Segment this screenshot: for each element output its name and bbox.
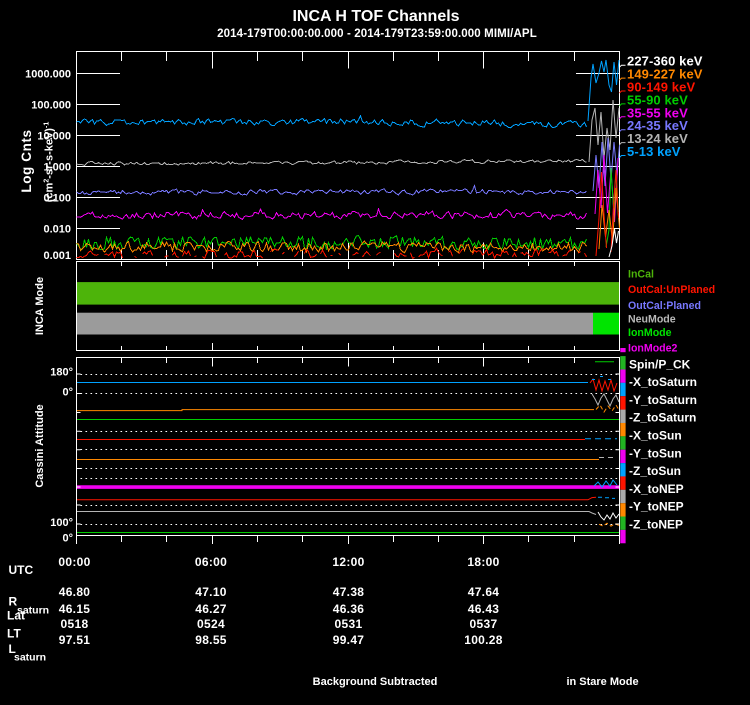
svg-text:0524: 0524: [197, 617, 225, 631]
svg-text:(cm2-sr-s-keV)-1: (cm2-sr-s-keV)-1: [44, 122, 56, 203]
svg-text:46.43: 46.43: [468, 602, 500, 616]
svg-text:100°: 100°: [50, 517, 73, 529]
svg-text:-Z_toSaturn: -Z_toSaturn: [629, 411, 696, 425]
svg-text:46.27: 46.27: [195, 602, 227, 616]
svg-text:0°: 0°: [62, 386, 73, 398]
svg-text:2014-179T00:00:00.000 - 2014-1: 2014-179T00:00:00.000 - 2014-179T23:59:0…: [217, 28, 537, 40]
svg-text:98.55: 98.55: [195, 633, 227, 647]
svg-text:-Y_toSun: -Y_toSun: [629, 446, 682, 460]
svg-text:saturn: saturn: [14, 652, 46, 664]
svg-text:Log Cnts: Log Cnts: [19, 129, 34, 192]
svg-text:100.000: 100.000: [31, 100, 71, 112]
svg-text:47.38: 47.38: [333, 585, 365, 599]
svg-text:-Y_toSaturn: -Y_toSaturn: [629, 393, 697, 407]
svg-text:-X_toSaturn: -X_toSaturn: [629, 375, 697, 389]
svg-text:-X_toNEP: -X_toNEP: [629, 482, 684, 496]
svg-text:47.10: 47.10: [195, 585, 227, 599]
svg-text:Lat: Lat: [7, 609, 25, 623]
svg-text:0°: 0°: [62, 533, 73, 545]
svg-text:06:00: 06:00: [195, 555, 227, 569]
svg-text:InCal: InCal: [628, 269, 654, 281]
svg-text:in Stare Mode: in Stare Mode: [566, 676, 638, 688]
svg-text:180°: 180°: [50, 367, 73, 379]
svg-text:INCA H TOF Channels: INCA H TOF Channels: [292, 8, 459, 25]
svg-text:Background Subtracted: Background Subtracted: [313, 676, 438, 688]
svg-text:OutCal:UnPlaned: OutCal:UnPlaned: [628, 284, 715, 296]
svg-text:97.51: 97.51: [59, 633, 91, 647]
svg-text:46.15: 46.15: [59, 602, 91, 616]
svg-text:100.28: 100.28: [464, 633, 503, 647]
svg-text:-X_toSun: -X_toSun: [629, 429, 682, 443]
svg-text:5-13 keV: 5-13 keV: [627, 144, 681, 159]
svg-text:Cassini Attitude: Cassini Attitude: [34, 404, 46, 487]
svg-text:Spin/P_CK: Spin/P_CK: [629, 357, 691, 371]
svg-text:NeuMode: NeuMode: [628, 314, 676, 326]
svg-text:46.80: 46.80: [59, 585, 91, 599]
svg-text:00:00: 00:00: [58, 555, 90, 569]
svg-text:46.36: 46.36: [333, 602, 365, 616]
svg-text:OutCal:Planed: OutCal:Planed: [628, 300, 701, 312]
svg-text:0.001: 0.001: [43, 250, 71, 262]
svg-text:IonMode2: IonMode2: [628, 342, 678, 354]
svg-text:99.47: 99.47: [333, 633, 365, 647]
svg-text:0518: 0518: [61, 617, 89, 631]
svg-text:-Y_toNEP: -Y_toNEP: [629, 500, 684, 514]
svg-text:12:00: 12:00: [332, 555, 364, 569]
svg-text:18:00: 18:00: [467, 555, 499, 569]
svg-text:1000.000: 1000.000: [25, 69, 71, 81]
svg-text:0531: 0531: [335, 617, 363, 631]
svg-text:LT: LT: [7, 627, 21, 641]
svg-text:0537: 0537: [470, 617, 498, 631]
svg-text:UTC: UTC: [9, 563, 34, 577]
svg-text:47.64: 47.64: [468, 585, 500, 599]
svg-text:-Z_toSun: -Z_toSun: [629, 464, 681, 478]
svg-text:-Z_toNEP: -Z_toNEP: [629, 518, 683, 532]
svg-text:IonMode: IonMode: [628, 327, 672, 339]
svg-text:0.010: 0.010: [43, 224, 71, 236]
svg-text:INCA Mode: INCA Mode: [34, 277, 46, 335]
